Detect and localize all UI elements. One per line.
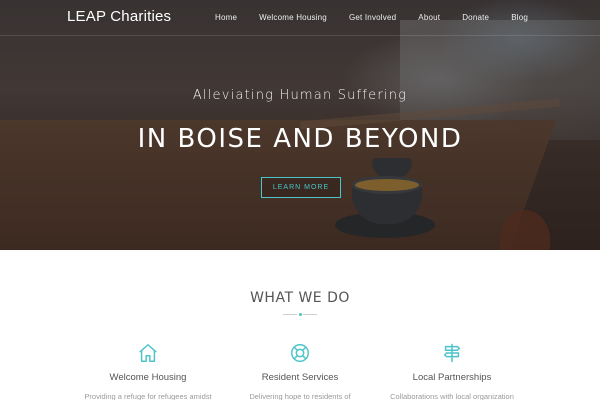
feature-local-partnerships: Local Partnerships Collaborations with l… bbox=[352, 342, 552, 400]
feature-title: Local Partnerships bbox=[412, 372, 492, 383]
learn-more-button[interactable]: LEARN MORE bbox=[261, 177, 341, 198]
main-menu: Home Welcome Housing Get Involved About … bbox=[193, 13, 528, 22]
nav-donate[interactable]: Donate bbox=[462, 13, 489, 22]
nav-about[interactable]: About bbox=[418, 13, 440, 22]
nav-home[interactable]: Home bbox=[215, 13, 237, 22]
nav-blog[interactable]: Blog bbox=[511, 13, 528, 22]
top-navbar: LEAP Charities Home Welcome Housing Get … bbox=[0, 0, 600, 36]
brand-logo[interactable]: LEAP Charities bbox=[67, 8, 171, 25]
hero-title: IN BOISE AND BEYOND bbox=[137, 124, 463, 154]
section-title: WHAT WE DO bbox=[250, 290, 350, 306]
signpost-icon bbox=[443, 343, 461, 363]
nav-get-involved[interactable]: Get Involved bbox=[349, 13, 396, 22]
section-divider bbox=[283, 313, 317, 317]
feature-text: Collaborations with local organization bbox=[390, 392, 514, 400]
life-ring-icon bbox=[291, 344, 309, 362]
home-icon bbox=[139, 344, 157, 362]
hero-banner: LEAP Charities Home Welcome Housing Get … bbox=[0, 0, 600, 250]
hero-subtitle: Alleviating Human Suffering bbox=[192, 88, 408, 103]
nav-welcome-housing[interactable]: Welcome Housing bbox=[259, 13, 327, 22]
